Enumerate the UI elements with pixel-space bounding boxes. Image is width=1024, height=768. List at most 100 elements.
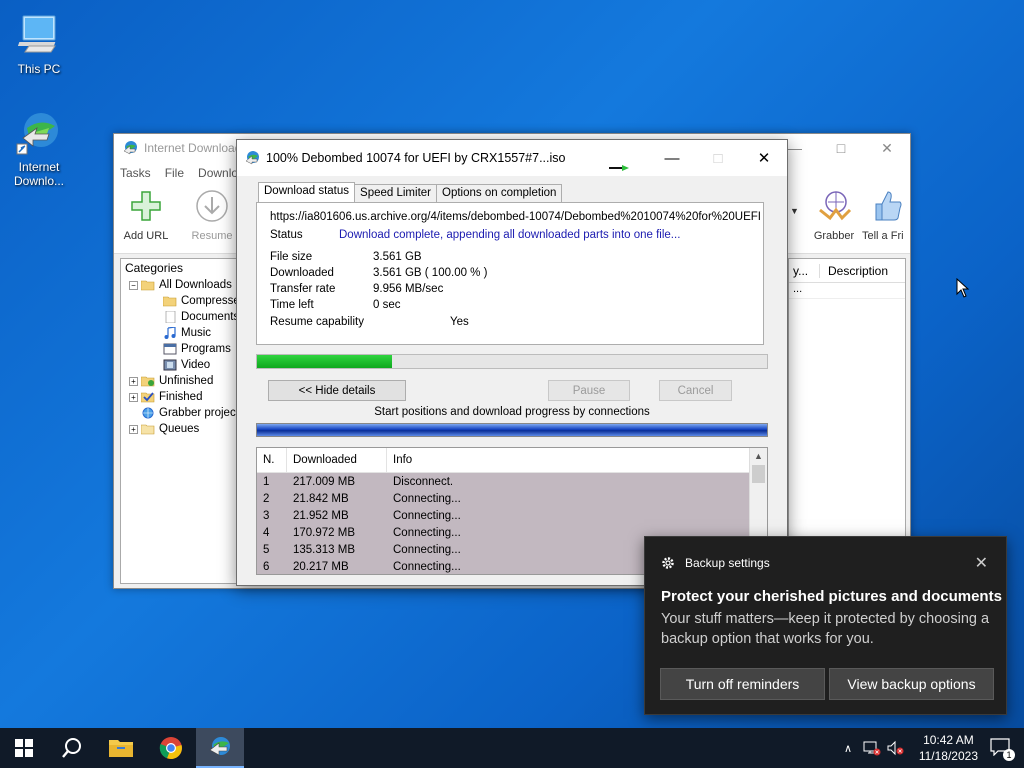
- col-downloaded[interactable]: Downloaded: [287, 448, 387, 472]
- tree-item-finished[interactable]: + Finished: [121, 389, 239, 405]
- dialog-close-button[interactable]: ✕: [741, 140, 787, 176]
- backup-notification[interactable]: Backup settings ✕ Protect your cherished…: [644, 536, 1007, 715]
- tab-options-on-completion[interactable]: Options on completion: [436, 184, 563, 202]
- action-center-button[interactable]: 1: [990, 738, 1015, 761]
- tree-item-label: Documents: [181, 311, 239, 323]
- tree-item-compressed[interactable]: Compresse: [121, 293, 239, 309]
- connection-row[interactable]: 1 217.009 MB Disconnect.: [257, 473, 749, 490]
- conn-info: Connecting...: [393, 509, 461, 522]
- transfer-rate-row: Transfer rate 9.956 MB/sec: [270, 283, 443, 295]
- grabber-icon: [816, 188, 852, 224]
- volume-icon[interactable]: [886, 740, 906, 756]
- status-value: Download complete, appending all downloa…: [339, 229, 681, 241]
- connections-label: Start positions and download progress by…: [374, 406, 650, 418]
- tree-item-label: All Downloads: [159, 279, 232, 291]
- list-row[interactable]: ...: [789, 283, 905, 299]
- document-icon: [163, 310, 177, 324]
- clock-date: 11/18/2023: [918, 749, 978, 763]
- view-backup-options-button[interactable]: View backup options: [829, 668, 994, 700]
- tree-item-grabber-projects[interactable]: Grabber projec: [121, 405, 239, 421]
- downloaded-row: Downloaded 3.561 GB ( 100.00 % ): [270, 267, 487, 279]
- tree-item-label: Programs: [181, 343, 231, 355]
- connection-row[interactable]: 2 21.842 MB Connecting...: [257, 490, 749, 507]
- connection-row[interactable]: 3 21.952 MB Connecting...: [257, 507, 749, 524]
- tree-item-queues[interactable]: + Queues: [121, 421, 239, 437]
- tab-download-status[interactable]: Download status: [258, 182, 356, 202]
- expand-icon[interactable]: +: [129, 376, 138, 386]
- expand-icon[interactable]: +: [129, 424, 138, 434]
- search-button[interactable]: [48, 728, 96, 768]
- list-header-partial[interactable]: y...: [789, 264, 819, 278]
- film-icon: [163, 359, 177, 371]
- col-number[interactable]: N.: [257, 448, 287, 472]
- conn-downloaded: 170.972 MB: [293, 526, 356, 539]
- idm-logo-icon: [122, 140, 138, 156]
- menu-tasks[interactable]: Tasks: [120, 166, 151, 180]
- desktop-icon-this-pc[interactable]: This PC: [4, 10, 74, 76]
- search-icon: [62, 738, 81, 758]
- resume-button[interactable]: Resume: [182, 188, 242, 242]
- list-header-description[interactable]: Description: [819, 263, 888, 278]
- tree-item-label: Music: [181, 327, 212, 339]
- menu-downloads[interactable]: Downlo: [198, 166, 238, 180]
- expand-icon[interactable]: +: [129, 392, 138, 402]
- col-info[interactable]: Info: [387, 448, 749, 472]
- resume-capability-label: Resume capability: [270, 316, 364, 328]
- download-arrow-icon: [194, 188, 230, 224]
- plus-icon: [128, 188, 164, 224]
- dialog-minimize-button[interactable]: —: [649, 140, 695, 176]
- conn-info: Disconnect.: [393, 475, 454, 488]
- main-close-button[interactable]: ✕: [864, 134, 910, 162]
- grabber-button[interactable]: Grabber: [804, 188, 864, 242]
- tab-speed-limiter[interactable]: Speed Limiter: [354, 184, 437, 202]
- start-button[interactable]: [0, 728, 48, 768]
- tree-item-unfinished[interactable]: + Unfinished: [121, 373, 239, 389]
- list-header: y... Description: [789, 259, 905, 283]
- connections-progress-bar: [256, 423, 768, 437]
- download-progress-dialog: 100% Debombed 10074 for UEFI by CRX1557#…: [236, 139, 788, 586]
- taskbar-chrome[interactable]: [147, 728, 195, 768]
- taskbar-file-explorer[interactable]: [97, 728, 145, 768]
- taskbar-clock[interactable]: 10:42 AM 11/18/2023: [919, 732, 978, 764]
- toolbar-dropdown-icon[interactable]: ▼: [790, 206, 799, 216]
- dialog-title: 100% Debombed 10074 for UEFI by CRX1557#…: [266, 151, 566, 165]
- conn-info: Connecting...: [393, 492, 461, 505]
- time-left-row: Time left 0 sec: [270, 299, 401, 311]
- download-url: https://ia801606.us.archive.org/4/items/…: [270, 211, 760, 223]
- conn-number: 3: [263, 509, 270, 522]
- tell-a-friend-button[interactable]: Tell a Fri: [862, 188, 912, 242]
- folder-icon: [140, 375, 155, 387]
- tree-item-video[interactable]: Video: [121, 357, 239, 373]
- conn-downloaded: 135.313 MB: [293, 543, 356, 556]
- downloaded-value: 3.561 GB ( 100.00 % ): [373, 267, 488, 279]
- tree-item-programs[interactable]: Programs: [121, 341, 239, 357]
- cancel-button[interactable]: Cancel: [659, 380, 732, 401]
- network-icon[interactable]: [862, 740, 882, 756]
- notification-app-name: Backup settings: [685, 556, 770, 570]
- dialog-maximize-button[interactable]: □: [695, 140, 741, 176]
- taskbar-idm[interactable]: [196, 728, 244, 768]
- tree-item-music[interactable]: Music: [121, 325, 239, 341]
- hide-details-button[interactable]: << Hide details: [268, 380, 406, 401]
- desktop-icon-label: This PC: [17, 62, 61, 76]
- tree-item-documents[interactable]: Documents: [121, 309, 239, 325]
- menu-file[interactable]: File: [165, 166, 184, 180]
- collapse-icon[interactable]: −: [129, 280, 138, 290]
- tree-item-all-downloads[interactable]: − All Downloads: [121, 277, 239, 293]
- scroll-up-icon[interactable]: ▲: [750, 448, 767, 465]
- time-left-label: Time left: [270, 299, 314, 311]
- main-maximize-button[interactable]: □: [818, 134, 864, 162]
- status-row: Status Download complete, appending all d…: [270, 229, 680, 241]
- notification-close-icon[interactable]: ✕: [975, 553, 988, 573]
- pause-button[interactable]: Pause: [548, 380, 630, 401]
- conn-number: 1: [263, 475, 270, 488]
- turn-off-reminders-button[interactable]: Turn off reminders: [660, 668, 825, 700]
- dialog-tabs: Download status Speed Limiter Options on…: [258, 182, 563, 202]
- show-hidden-icons-chevron[interactable]: ∧: [838, 742, 858, 755]
- conn-number: 2: [263, 492, 270, 505]
- desktop-icon-idm[interactable]: Internet Downlo...: [4, 108, 74, 188]
- tree-item-label: Grabber projec: [159, 407, 236, 419]
- tree-item-label: Compresse: [181, 295, 239, 307]
- add-url-button[interactable]: Add URL: [116, 188, 176, 242]
- scroll-thumb[interactable]: [752, 465, 765, 483]
